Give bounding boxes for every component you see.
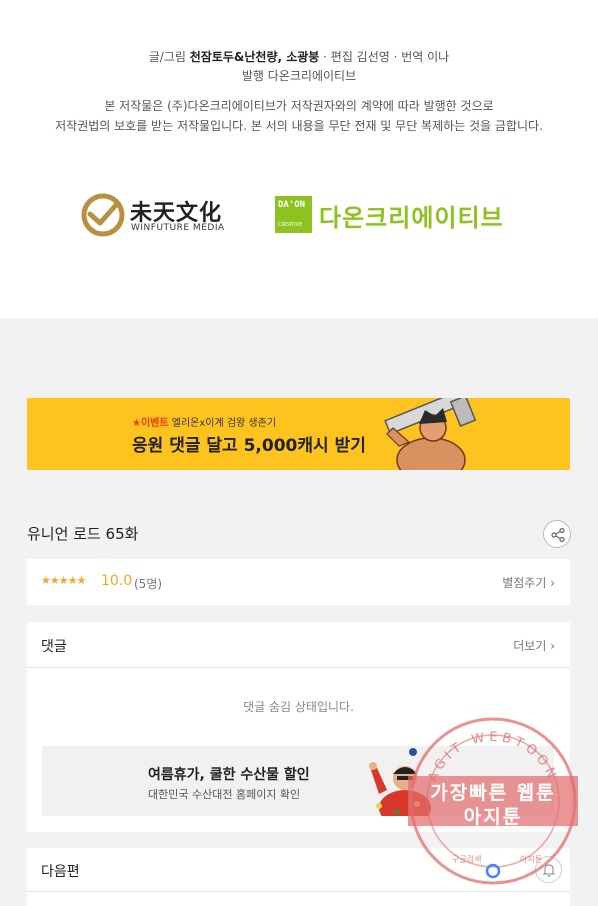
share-icon (551, 527, 565, 543)
credits-section: 글/그림 천잠토두&난천량, 소광붕 · 편집 김선영 · 번역 이나 발행 다… (0, 0, 598, 318)
episode-title: 유니언 로드 65화 (27, 525, 139, 543)
next-episode-header: 다음편 (27, 848, 570, 892)
share-button[interactable] (543, 520, 571, 548)
credits-publisher: 발행 다온크리에이티브 (241, 69, 357, 83)
banner-headline: 응원 댓글 달고 5,000캐시 받기 (132, 436, 366, 456)
daon-logo-name: 다온크리에이티브 (319, 204, 504, 232)
winfuture-mark-icon (81, 193, 125, 237)
rate-button[interactable]: 별점주기 › (502, 574, 555, 591)
winfuture-logo: 未天文化 WINFUTURE MEDIA (80, 192, 230, 238)
comments-more-button[interactable]: 더보기 › (513, 637, 555, 654)
daon-logo-box: DA'ON CREATIVE (275, 196, 312, 233)
ad-person-illustration-icon (369, 748, 431, 816)
next-episode-card[interactable]: 다음편 (27, 848, 570, 906)
seafood-ad[interactable]: 여름휴가, 쿨한 수산물 할인 대한민국 수산대전 홈페이지 확인 (42, 746, 554, 816)
comments-hidden-message: 댓글 숨김 상태입니다. (243, 700, 354, 714)
ad-headline: 여름휴가, 쿨한 수산물 할인 (148, 767, 310, 783)
event-banner[interactable]: ★이벤트 엘리온x이계 검왕 생존기 응원 댓글 달고 5,000캐시 받기 (27, 398, 570, 470)
daon-logo: DA'ON CREATIVE 다온크리에이티브 (275, 194, 525, 236)
credits-authors: 글/그림 천잠토두&난천량, 소광붕 · 편집 김선영 · 번역 이나 (148, 50, 450, 64)
comments-label: 댓글 (41, 639, 67, 655)
copyright-line-2: 저작권법의 보호를 받는 저작물입니다. 본 서의 내용을 무단 전재 및 무단… (55, 119, 543, 133)
banner-event-tag: ★이벤트 엘리온x이계 검왕 생존기 (132, 418, 277, 429)
rating-card: ★★★★★ 10.0 (5명) 별점주기 › (27, 559, 570, 605)
comments-header: 댓글 더보기 › (27, 622, 570, 668)
copyright-line-1: 본 저작물은 (주)다온크리에이티브가 저작권자와의 계약에 따라 발행한 것으… (104, 99, 494, 113)
bell-icon (542, 864, 556, 877)
notification-button[interactable] (535, 856, 562, 883)
rating-stars-icon: ★★★★★ (41, 574, 86, 587)
warrior-illustration-icon (384, 398, 477, 470)
next-episode-label: 다음편 (41, 864, 80, 880)
rating-count: (5명) (134, 577, 163, 591)
comments-card: 댓글 더보기 › 댓글 숨김 상태입니다. 여름휴가, 쿨한 수산물 할인 대한… (27, 622, 570, 832)
rating-score: 10.0 (101, 573, 133, 589)
winfuture-en-text: WINFUTURE MEDIA (131, 223, 225, 233)
author-names: 천잠토두&난천량, 소광붕 (189, 50, 320, 64)
ad-subtext: 대한민국 수산대전 홈페이지 확인 (148, 788, 301, 801)
